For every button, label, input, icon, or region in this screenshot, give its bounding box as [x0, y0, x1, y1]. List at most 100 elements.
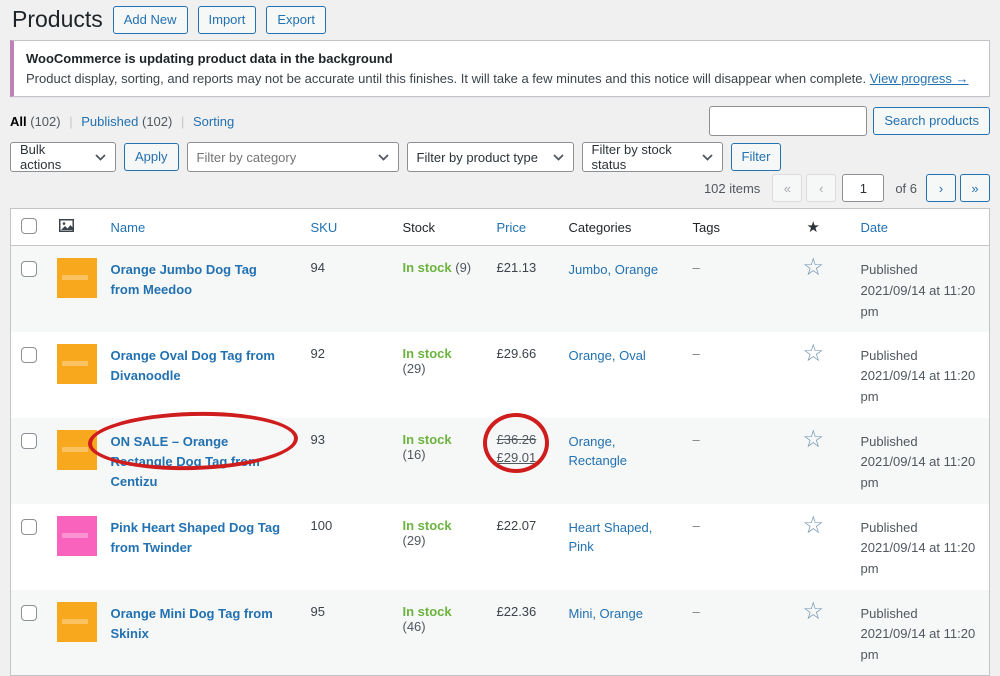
notice-text: Product display, sorting, and reports ma…	[26, 71, 866, 86]
price-value: £29.66	[497, 346, 537, 361]
sku-value: 95	[311, 604, 325, 619]
bulk-actions-label: Bulk actions	[20, 142, 85, 172]
next-page-button[interactable]: ›	[926, 174, 956, 202]
publish-status: Published	[861, 518, 982, 539]
product-name-link[interactable]: Orange Mini Dog Tag from Skinix	[111, 604, 289, 644]
featured-star-toggle[interactable]: ☆	[803, 342, 825, 366]
pagination: 102 items « ‹ of 6 › »	[10, 174, 990, 202]
product-thumbnail[interactable]	[57, 430, 97, 470]
prev-page-button[interactable]: ‹	[806, 174, 836, 202]
publish-status: Published	[861, 260, 982, 281]
search-input[interactable]	[709, 106, 867, 136]
import-button[interactable]: Import	[198, 6, 257, 34]
table-row: ON SALE – Orange Rectangle Dog Tag from …	[11, 418, 990, 504]
table-row: Orange Mini Dog Tag from Skinix 95 In st…	[11, 590, 990, 676]
first-page-button[interactable]: «	[772, 174, 802, 202]
row-checkbox[interactable]	[21, 519, 37, 535]
publish-status: Published	[861, 432, 982, 453]
sort-by-price[interactable]: Price	[497, 220, 527, 235]
filter-category-select[interactable]: Filter by category	[187, 142, 399, 172]
notice-body: Product display, sorting, and reports ma…	[26, 69, 977, 89]
row-checkbox[interactable]	[21, 433, 37, 449]
chevron-down-icon	[553, 154, 564, 161]
price-value: £22.07	[497, 518, 537, 533]
featured-star-toggle[interactable]: ☆	[803, 600, 825, 624]
view-published-count: (102)	[142, 114, 172, 129]
page-header: Products Add New Import Export	[10, 0, 990, 35]
sort-by-date[interactable]: Date	[861, 220, 888, 235]
tags-value: –	[693, 346, 700, 361]
category-links[interactable]: Orange, Oval	[569, 348, 646, 363]
chevron-down-icon	[378, 154, 389, 161]
filter-button[interactable]: Filter	[731, 143, 782, 171]
products-table: Name SKU Stock Price Categories Tags ★ D…	[10, 208, 990, 676]
bulk-actions-select[interactable]: Bulk actions	[10, 142, 116, 172]
publish-date: 2021/09/14 at 11:20 pm	[861, 624, 982, 666]
regular-price-strikethrough: £36.26	[497, 432, 547, 447]
search-form: Search products	[709, 106, 990, 136]
product-thumbnail[interactable]	[57, 516, 97, 556]
product-thumbnail[interactable]	[57, 344, 97, 384]
product-thumbnail[interactable]	[57, 258, 97, 298]
stock-count: (29)	[403, 361, 426, 376]
separator: |	[69, 114, 72, 129]
publish-date: 2021/09/14 at 11:20 pm	[861, 452, 982, 494]
product-name-link[interactable]: Pink Heart Shaped Dog Tag from Twinder	[111, 518, 289, 558]
stock-status: In stock	[403, 260, 452, 275]
search-products-button[interactable]: Search products	[873, 107, 990, 135]
product-thumbnail[interactable]	[57, 602, 97, 642]
row-checkbox[interactable]	[21, 605, 37, 621]
category-links[interactable]: Orange, Rectangle	[569, 434, 628, 469]
stock-status: In stock	[403, 518, 452, 533]
stock-count: (16)	[403, 447, 426, 462]
separator: |	[181, 114, 184, 129]
publish-status: Published	[861, 604, 982, 625]
publish-status: Published	[861, 346, 982, 367]
tags-value: –	[693, 518, 700, 533]
select-all-checkbox[interactable]	[21, 218, 37, 234]
export-button[interactable]: Export	[266, 6, 326, 34]
stock-status: In stock	[403, 432, 452, 447]
featured-star-toggle[interactable]: ☆	[803, 428, 825, 452]
stock-status: In stock	[403, 604, 452, 619]
view-all-link[interactable]: All	[10, 114, 27, 129]
product-name-link[interactable]: ON SALE – Orange Rectangle Dog Tag from …	[111, 432, 289, 492]
category-links[interactable]: Mini, Orange	[569, 606, 643, 621]
current-page-input[interactable]	[842, 174, 884, 202]
sku-value: 94	[311, 260, 325, 275]
filter-stock-status-select[interactable]: Filter by stock status	[582, 142, 723, 172]
chevron-down-icon	[95, 154, 106, 161]
category-links[interactable]: Jumbo, Orange	[569, 262, 659, 277]
sort-by-name[interactable]: Name	[111, 220, 146, 235]
tags-value: –	[693, 432, 700, 447]
sort-by-sku[interactable]: SKU	[311, 220, 338, 235]
publish-date: 2021/09/14 at 11:20 pm	[861, 366, 982, 408]
tags-value: –	[693, 260, 700, 275]
stock-status: In stock	[403, 346, 452, 361]
price-value: £22.36	[497, 604, 537, 619]
publish-date: 2021/09/14 at 11:20 pm	[861, 281, 982, 323]
total-pages-label: of 6	[895, 181, 917, 196]
view-published-link[interactable]: Published	[81, 114, 138, 129]
view-sorting-link[interactable]: Sorting	[193, 114, 234, 129]
featured-star-toggle[interactable]: ☆	[803, 514, 825, 538]
view-filters: All (102) | Published (102) | Sorting	[10, 114, 234, 129]
row-checkbox[interactable]	[21, 347, 37, 363]
add-new-button[interactable]: Add New	[113, 6, 188, 34]
featured-star-toggle[interactable]: ☆	[803, 256, 825, 280]
category-links[interactable]: Heart Shaped, Pink	[569, 520, 653, 555]
image-icon	[59, 219, 74, 232]
sku-value: 100	[311, 518, 333, 533]
view-progress-link[interactable]: View progress →	[870, 71, 969, 86]
table-header-row: Name SKU Stock Price Categories Tags ★ D…	[11, 209, 990, 246]
product-name-link[interactable]: Orange Jumbo Dog Tag from Meedoo	[111, 260, 289, 300]
last-page-button[interactable]: »	[960, 174, 990, 202]
product-name-link[interactable]: Orange Oval Dog Tag from Divanoodle	[111, 346, 289, 386]
apply-button[interactable]: Apply	[124, 143, 179, 171]
filter-product-type-label: Filter by product type	[417, 150, 538, 165]
filter-product-type-select[interactable]: Filter by product type	[407, 142, 574, 172]
filter-stock-status-label: Filter by stock status	[592, 142, 692, 172]
row-checkbox[interactable]	[21, 261, 37, 277]
tags-value: –	[693, 604, 700, 619]
page-title: Products	[12, 5, 103, 35]
